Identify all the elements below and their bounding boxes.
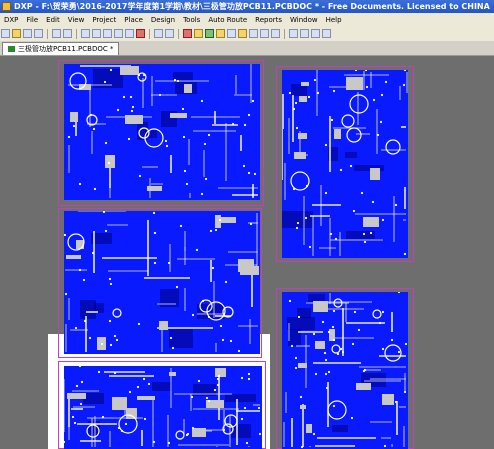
- grid-icon[interactable]: [311, 29, 320, 38]
- undo-icon[interactable]: [154, 29, 163, 38]
- toolbar-separator: [47, 29, 48, 39]
- new-icon[interactable]: [1, 29, 10, 38]
- main-toolbar: [0, 27, 494, 42]
- redo-icon[interactable]: [165, 29, 174, 38]
- document-tab-bar: 三极管功放PCB11.PCBDOC *: [0, 41, 494, 56]
- document-tab-label: 三极管功放PCB11.PCBDOC *: [18, 45, 114, 53]
- cross-icon[interactable]: [136, 29, 145, 38]
- menu-file[interactable]: File: [22, 13, 42, 27]
- menu-place[interactable]: Place: [120, 13, 147, 27]
- document-tab[interactable]: 三极管功放PCB11.PCBDOC *: [2, 42, 120, 55]
- toolbar-separator: [76, 29, 77, 39]
- pcb-board: [64, 211, 260, 354]
- menu-view[interactable]: View: [64, 13, 89, 27]
- pcb-board: [282, 70, 408, 258]
- polygon-icon[interactable]: [249, 29, 258, 38]
- cut-icon[interactable]: [81, 29, 90, 38]
- text-icon[interactable]: [227, 29, 236, 38]
- toolbar-separator: [178, 29, 179, 39]
- menu-bar: DXP File Edit View Project Place Design Tools Au…: [0, 13, 494, 28]
- zoom-icon[interactable]: [52, 29, 61, 38]
- select-icon[interactable]: [114, 29, 123, 38]
- title-bar: DXP - F:\贺荣勇\2016-2017学年度第1学期\教材\三极管功放PC…: [0, 0, 494, 13]
- app-icon: [2, 2, 11, 11]
- align-icon[interactable]: [300, 29, 309, 38]
- pad-icon[interactable]: [194, 29, 203, 38]
- paste-icon[interactable]: [103, 29, 112, 38]
- layer-icon[interactable]: [289, 29, 298, 38]
- toolbar-separator: [149, 29, 150, 39]
- copy-icon[interactable]: [92, 29, 101, 38]
- open-icon[interactable]: [12, 29, 21, 38]
- pcb-document-icon: [8, 46, 15, 52]
- menu-reports[interactable]: Reports: [251, 13, 286, 27]
- move-icon[interactable]: [125, 29, 134, 38]
- menu-window[interactable]: Window: [286, 13, 322, 27]
- dimension-icon[interactable]: [271, 29, 280, 38]
- menu-tools[interactable]: Tools: [179, 13, 204, 27]
- print-icon[interactable]: [34, 29, 43, 38]
- menu-edit[interactable]: Edit: [42, 13, 64, 27]
- via-icon[interactable]: [205, 29, 214, 38]
- region-icon[interactable]: [260, 29, 269, 38]
- window-title: DXP - F:\贺荣勇\2016-2017学年度第1学期\教材\三极管功放PC…: [14, 2, 490, 11]
- menu-help[interactable]: Help: [322, 13, 346, 27]
- pcb-canvas[interactable]: [0, 56, 494, 449]
- pcb-board: [64, 366, 262, 449]
- menu-dxp[interactable]: DXP: [0, 13, 22, 27]
- pcb-board: [64, 64, 260, 200]
- zoom-fit-icon[interactable]: [63, 29, 72, 38]
- menu-project[interactable]: Project: [88, 13, 120, 27]
- component-icon[interactable]: [238, 29, 247, 38]
- wire-icon[interactable]: [183, 29, 192, 38]
- fill-icon[interactable]: [216, 29, 225, 38]
- pcb-board: [282, 292, 408, 449]
- snap-icon[interactable]: [322, 29, 331, 38]
- save-icon[interactable]: [23, 29, 32, 38]
- menu-auto-route[interactable]: Auto Route: [204, 13, 251, 27]
- toolbar-separator: [284, 29, 285, 39]
- menu-design[interactable]: Design: [147, 13, 179, 27]
